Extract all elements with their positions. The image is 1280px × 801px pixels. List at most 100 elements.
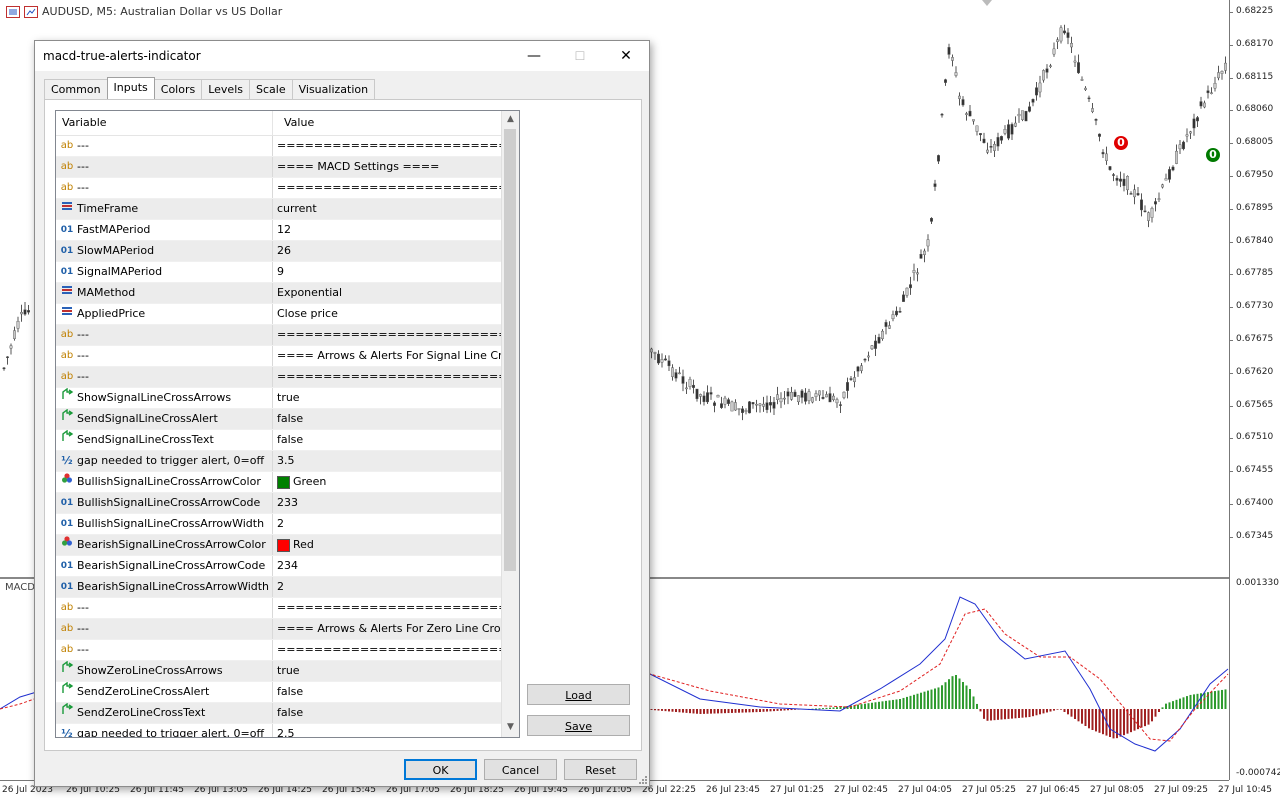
input-row[interactable]: ab---==========================... [56, 598, 502, 619]
input-row[interactable]: 01FastMAPeriod12 [56, 220, 502, 241]
input-value-cell[interactable]: 3.5 [273, 451, 502, 471]
color-type-icon [60, 535, 74, 555]
input-value-cell[interactable]: ==========================... [273, 178, 502, 198]
cancel-button[interactable]: Cancel [484, 759, 557, 780]
macd-histogram-bar [745, 709, 747, 712]
macd-histogram-bar [917, 694, 919, 709]
input-row[interactable]: ab---==========================... [56, 178, 502, 199]
tab-visualization[interactable]: Visualization [292, 79, 375, 99]
input-row[interactable]: SendSignalLineCrossTextfalse [56, 430, 502, 451]
input-value-text: ==== Arrows & Alerts For Signal Line Cro… [277, 346, 502, 366]
input-value-cell[interactable]: 26 [273, 241, 502, 261]
input-value-cell[interactable]: false [273, 682, 502, 702]
input-row[interactable]: ShowZeroLineCrossArrowstrue [56, 661, 502, 682]
save-button[interactable]: Save [527, 715, 630, 736]
input-row[interactable]: 01SignalMAPeriod9 [56, 262, 502, 283]
scrollbar-thumb[interactable] [504, 129, 516, 571]
input-value-cell[interactable]: ==========================... [273, 640, 502, 660]
input-row[interactable]: ½gap needed to trigger alert, 0=off2.5 [56, 724, 502, 738]
input-row[interactable]: 01SlowMAPeriod26 [56, 241, 502, 262]
candle-body [1151, 208, 1153, 217]
input-row[interactable]: ab---==== Arrows & Alerts For Zero Line … [56, 619, 502, 640]
input-row[interactable]: BearishSignalLineCrossArrowColorRed [56, 535, 502, 556]
double-type-icon: ½ [60, 451, 74, 471]
input-value-cell[interactable]: current [273, 199, 502, 219]
macd-histogram-bar [791, 709, 793, 710]
candle-body [993, 144, 995, 150]
boolean-type-icon [60, 409, 74, 429]
input-value-cell[interactable]: Red [273, 535, 502, 555]
close-button[interactable]: ✕ [603, 41, 649, 71]
input-row[interactable]: ab---==== MACD Settings ==== [56, 157, 502, 178]
input-row[interactable]: SendZeroLineCrossAlertfalse [56, 682, 502, 703]
tab-levels[interactable]: Levels [201, 79, 250, 99]
vertical-scrollbar[interactable]: ▲ ▼ [501, 111, 519, 737]
input-value-cell[interactable]: 2.5 [273, 724, 502, 738]
input-row[interactable]: 01BearishSignalLineCrossArrowCode234 [56, 556, 502, 577]
input-value-cell[interactable]: Exponential [273, 283, 502, 303]
candle-body [1084, 88, 1086, 90]
input-row[interactable]: ab---==========================... [56, 367, 502, 388]
input-value-cell[interactable]: ==== MACD Settings ==== [273, 157, 502, 177]
macd-histogram-bar [1057, 709, 1059, 710]
load-button[interactable]: Load [527, 684, 630, 705]
price-scale[interactable]: 0.682250.681700.681150.680600.680050.679… [1229, 0, 1280, 780]
input-value-cell[interactable]: 2 [273, 514, 502, 534]
resize-grip-icon[interactable] [638, 775, 648, 785]
input-value-cell[interactable]: Close price [273, 304, 502, 324]
input-row[interactable]: ½gap needed to trigger alert, 0=off3.5 [56, 451, 502, 472]
candle-body [962, 99, 964, 104]
input-value-cell[interactable]: false [273, 703, 502, 723]
input-value-cell[interactable]: ==========================... [273, 136, 502, 156]
input-row[interactable]: ShowSignalLineCrossArrowstrue [56, 388, 502, 409]
input-row[interactable]: ab---==== Arrows & Alerts For Signal Lin… [56, 346, 502, 367]
input-row[interactable]: 01BullishSignalLineCrossArrowWidth2 [56, 514, 502, 535]
input-row[interactable]: ab---==========================... [56, 136, 502, 157]
input-value-cell[interactable]: 9 [273, 262, 502, 282]
input-value-text: false [277, 682, 303, 702]
minimize-button[interactable]: — [511, 41, 557, 71]
input-row[interactable]: SendZeroLineCrossTextfalse [56, 703, 502, 724]
column-header-value[interactable]: Value [278, 111, 314, 135]
input-row[interactable]: BullishSignalLineCrossArrowColorGreen [56, 472, 502, 493]
input-value-cell[interactable]: 234 [273, 556, 502, 576]
candle-body [1140, 200, 1142, 210]
input-value-cell[interactable]: ==========================... [273, 598, 502, 618]
price-label: 0.67730 [1236, 301, 1273, 311]
input-row[interactable]: AppliedPriceClose price [56, 304, 502, 325]
input-value-cell[interactable]: false [273, 409, 502, 429]
input-row[interactable]: SendSignalLineCrossAlertfalse [56, 409, 502, 430]
input-row[interactable]: 01BullishSignalLineCrossArrowCode233 [56, 493, 502, 514]
scroll-down-icon[interactable]: ▼ [502, 719, 519, 736]
tab-inputs[interactable]: Inputs [107, 77, 155, 99]
input-value-cell[interactable]: ==== Arrows & Alerts For Zero Line Cros.… [273, 619, 502, 639]
input-row[interactable]: ab---==========================... [56, 640, 502, 661]
reset-button[interactable]: Reset [564, 759, 637, 780]
tab-scale[interactable]: Scale [249, 79, 293, 99]
input-value-cell[interactable]: true [273, 388, 502, 408]
candle-body [699, 394, 701, 396]
input-value-cell[interactable]: ==========================... [273, 367, 502, 387]
input-row[interactable]: TimeFramecurrent [56, 199, 502, 220]
tab-common[interactable]: Common [44, 79, 108, 99]
input-value-cell[interactable]: 2 [273, 577, 502, 597]
candle-body [857, 367, 859, 371]
ok-button[interactable]: OK [404, 759, 477, 780]
chart-shift-marker[interactable] [982, 0, 992, 6]
input-value-cell[interactable]: Green [273, 472, 502, 492]
candle-body [1203, 103, 1205, 107]
input-value-cell[interactable]: 233 [273, 493, 502, 513]
input-value-cell[interactable]: 12 [273, 220, 502, 240]
input-row[interactable]: 01BearishSignalLineCrossArrowWidth2 [56, 577, 502, 598]
input-row[interactable]: ab---==========================... [56, 325, 502, 346]
input-value-cell[interactable]: true [273, 661, 502, 681]
tab-colors[interactable]: Colors [154, 79, 202, 99]
input-row[interactable]: MAMethodExponential [56, 283, 502, 304]
input-value-cell[interactable]: false [273, 430, 502, 450]
column-header-variable[interactable]: Variable [56, 111, 273, 135]
input-value-cell[interactable]: ==========================... [273, 325, 502, 345]
scroll-up-icon[interactable]: ▲ [502, 111, 519, 128]
input-value-cell[interactable]: ==== Arrows & Alerts For Signal Line Cro… [273, 346, 502, 366]
macd-histogram-bar [945, 682, 947, 709]
dialog-titlebar[interactable]: macd-true-alerts-indicator — ☐ ✕ [35, 41, 649, 71]
